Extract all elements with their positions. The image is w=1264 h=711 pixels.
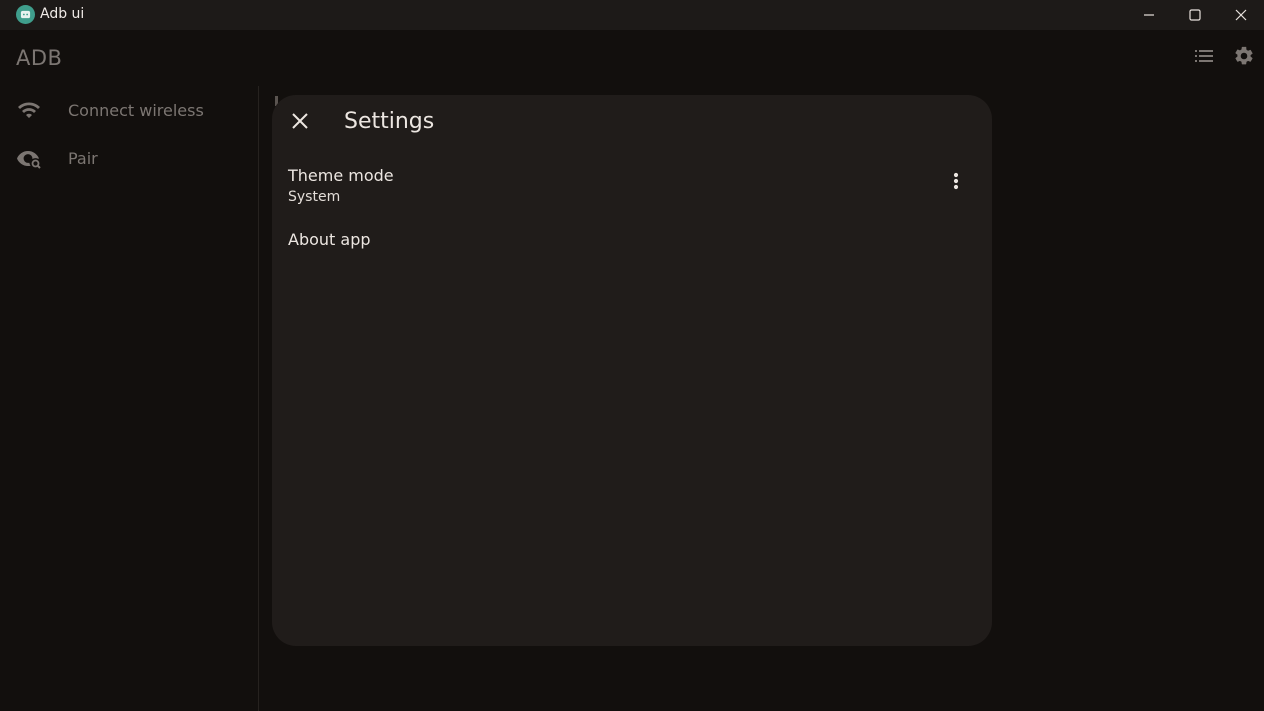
settings-button[interactable] bbox=[1230, 44, 1258, 72]
sidebar-item-pair[interactable]: Pair bbox=[0, 138, 258, 178]
app-logo-icon bbox=[16, 5, 35, 24]
window-close-button[interactable] bbox=[1218, 0, 1264, 30]
settings-dialog: Settings Theme mode System About app bbox=[272, 95, 992, 646]
maximize-button[interactable] bbox=[1172, 0, 1218, 30]
setting-about-app[interactable]: About app bbox=[272, 223, 992, 257]
window-title: Adb ui bbox=[40, 6, 85, 22]
sidebar-item-connect-wireless[interactable]: Connect wireless bbox=[0, 90, 258, 130]
wifi-icon bbox=[16, 97, 42, 123]
eye-search-icon bbox=[16, 145, 42, 171]
window-titlebar: Adb ui bbox=[0, 0, 1264, 30]
minimize-button[interactable] bbox=[1126, 0, 1172, 30]
sidebar-item-label: Pair bbox=[68, 148, 98, 168]
theme-mode-menu-button[interactable] bbox=[944, 171, 968, 195]
dialog-close-button[interactable] bbox=[286, 109, 314, 137]
more-vert-icon bbox=[953, 172, 959, 194]
close-icon bbox=[1235, 6, 1247, 25]
maximize-icon bbox=[1189, 6, 1201, 25]
gear-icon bbox=[1233, 45, 1255, 71]
close-icon bbox=[291, 112, 309, 134]
minimize-icon bbox=[1143, 6, 1155, 25]
list-button[interactable] bbox=[1190, 44, 1218, 72]
list-icon bbox=[1193, 45, 1215, 71]
setting-theme-mode[interactable]: Theme mode System bbox=[272, 159, 992, 213]
sidebar-divider bbox=[258, 86, 259, 711]
setting-title: Theme mode bbox=[288, 166, 394, 185]
setting-value: System bbox=[288, 189, 341, 205]
setting-title: About app bbox=[288, 230, 371, 249]
app-title: ADB bbox=[16, 46, 63, 70]
sidebar-item-label: Connect wireless bbox=[68, 100, 204, 120]
dialog-title: Settings bbox=[344, 109, 435, 134]
